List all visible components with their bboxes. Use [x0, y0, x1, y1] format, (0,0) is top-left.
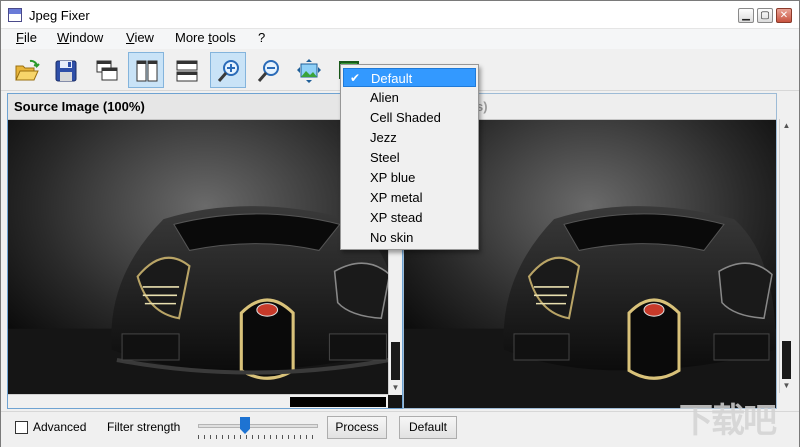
- scroll-down-arrow-icon[interactable]: ▼: [389, 381, 402, 395]
- zoom-in-button[interactable]: [210, 52, 246, 88]
- advanced-label: Advanced: [33, 420, 87, 434]
- app-window: Jpeg Fixer ▁ ▢ ✕ File Window View More t…: [0, 0, 800, 447]
- horizontal-scroll-thumb[interactable]: [290, 397, 386, 407]
- title-bar[interactable]: Jpeg Fixer ▁ ▢ ✕: [1, 1, 799, 29]
- fit-image-icon: [297, 59, 321, 83]
- slider-ticks: [198, 435, 318, 439]
- menu-bar: File Window View More tools ?: [1, 29, 799, 49]
- save-button[interactable]: [47, 52, 83, 88]
- open-button[interactable]: [8, 52, 44, 88]
- window-title: Jpeg Fixer: [29, 8, 90, 23]
- zoom-out-icon: [257, 60, 279, 82]
- app-icon: [8, 8, 22, 22]
- skin-item-default[interactable]: ✔ Default: [343, 68, 476, 87]
- skin-item-no-skin[interactable]: No skin: [343, 228, 476, 247]
- tile-horizontal-button[interactable]: [168, 52, 204, 88]
- skin-item-xp-metal[interactable]: XP metal: [343, 188, 476, 207]
- menu-help[interactable]: ?: [258, 30, 265, 45]
- skin-item-xp-stead[interactable]: XP stead: [343, 208, 476, 227]
- menu-window[interactable]: Window: [57, 30, 103, 45]
- process-button[interactable]: Process: [327, 416, 387, 439]
- scroll-up-arrow-icon[interactable]: ▲: [780, 119, 793, 133]
- scroll-down-arrow-icon[interactable]: ▼: [780, 379, 793, 393]
- advanced-checkbox[interactable]: [15, 421, 28, 434]
- vertical-scroll-thumb[interactable]: [782, 341, 791, 379]
- maximize-button[interactable]: ▢: [757, 8, 773, 23]
- skin-item-steel[interactable]: Steel: [343, 148, 476, 167]
- watermark: 下载吧: [679, 401, 777, 441]
- vertical-scroll-thumb[interactable]: [391, 342, 400, 380]
- zoom-out-button[interactable]: [250, 52, 286, 88]
- check-icon: ✔: [350, 71, 361, 85]
- menu-view[interactable]: View: [126, 30, 154, 45]
- source-horizontal-scrollbar[interactable]: [8, 394, 388, 408]
- filter-strength-label: Filter strength: [107, 420, 181, 434]
- skin-item-alien[interactable]: Alien: [343, 88, 476, 107]
- close-button[interactable]: ✕: [776, 8, 792, 23]
- skin-item-xp-blue[interactable]: XP blue: [343, 168, 476, 187]
- tile-vertical-icon: [136, 60, 158, 82]
- tile-horizontal-icon: [176, 60, 198, 82]
- minimize-button[interactable]: ▁: [738, 8, 754, 23]
- skin-dropdown-menu[interactable]: ✔ Default Alien Cell Shaded Jezz Steel XP…: [340, 64, 479, 250]
- skin-item-jezz[interactable]: Jezz: [343, 128, 476, 147]
- menu-file[interactable]: File: [16, 30, 37, 45]
- filter-strength-slider-thumb[interactable]: [240, 417, 250, 434]
- tile-vertical-button[interactable]: [128, 52, 164, 88]
- default-button[interactable]: Default: [399, 416, 457, 439]
- fit-image-button[interactable]: [290, 52, 326, 88]
- result-vertical-scrollbar[interactable]: ▲ ▼: [779, 119, 793, 393]
- zoom-in-icon: [217, 60, 239, 82]
- cascade-windows-icon: [96, 60, 118, 81]
- save-disk-icon: [55, 60, 77, 82]
- skin-item-cell-shaded[interactable]: Cell Shaded: [343, 108, 476, 127]
- filter-strength-slider-track[interactable]: [198, 424, 318, 428]
- cascade-button[interactable]: [88, 52, 124, 88]
- menu-more-tools[interactable]: More tools: [175, 30, 236, 45]
- open-folder-icon: [15, 59, 40, 81]
